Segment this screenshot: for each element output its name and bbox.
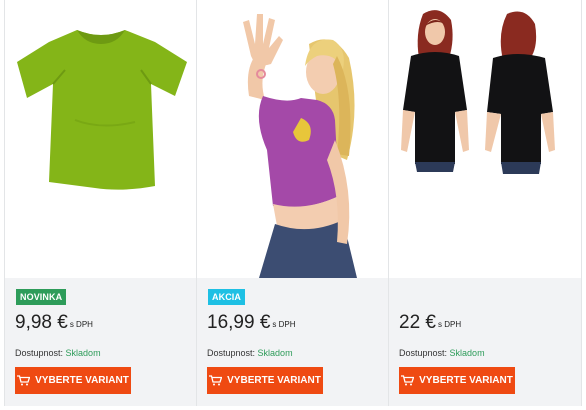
product-info: AKCIA 16,99 € s DPH Dostupnost: Skladom V… (197, 278, 388, 406)
badge-new: NOVINKA (16, 289, 67, 305)
badge-sale: AKCIA (208, 289, 245, 305)
price-value: 16,99 € (207, 312, 271, 333)
choose-variant-button[interactable]: VYBERTE VARIANT (15, 367, 131, 394)
product-image[interactable] (197, 0, 388, 278)
product-price: 9,98 € s DPH (15, 312, 93, 334)
product-card[interactable]: NOVINKA 9,98 € s DPH Dostupnost: Skladom … (4, 0, 196, 406)
product-info: 22 € s DPH Dostupnost: Skladom VYBERTE VA… (389, 278, 581, 406)
availability-label: Dostupnost: (207, 348, 256, 358)
price-value: 22 € (399, 312, 436, 333)
choose-variant-button[interactable]: VYBERTE VARIANT (399, 367, 515, 394)
button-label: VYBERTE VARIANT (227, 375, 321, 386)
cart-icon (401, 375, 415, 386)
woman-purple-top-image (243, 14, 357, 278)
availability: Dostupnost: Skladom (399, 348, 485, 358)
availability-value: Skladom (257, 348, 293, 358)
product-image[interactable] (389, 0, 581, 278)
cart-icon (17, 375, 31, 386)
availability: Dostupnost: Skladom (15, 348, 101, 358)
product-price: 22 € s DPH (399, 312, 461, 334)
choose-variant-button[interactable]: VYBERTE VARIANT (207, 367, 323, 394)
product-card[interactable]: 22 € s DPH Dostupnost: Skladom VYBERTE VA… (388, 0, 582, 406)
vat-label: s DPH (272, 320, 296, 329)
availability-label: Dostupnost: (15, 348, 64, 358)
availability-label: Dostupnost: (399, 348, 448, 358)
product-price: 16,99 € s DPH (207, 312, 296, 334)
availability-value: Skladom (65, 348, 101, 358)
availability: Dostupnost: Skladom (207, 348, 293, 358)
price-value: 9,98 € (15, 312, 68, 333)
product-info: NOVINKA 9,98 € s DPH Dostupnost: Skladom … (5, 278, 196, 406)
product-grid: NOVINKA 9,98 € s DPH Dostupnost: Skladom … (4, 0, 582, 406)
woman-black-tshirt-image (401, 10, 555, 174)
vat-label: s DPH (437, 320, 462, 329)
product-image[interactable] (5, 0, 196, 278)
button-label: VYBERTE VARIANT (419, 375, 513, 386)
vat-label: s DPH (69, 320, 93, 329)
cart-icon (209, 375, 223, 386)
button-label: VYBERTE VARIANT (35, 375, 129, 386)
availability-value: Skladom (449, 348, 485, 358)
product-card[interactable]: AKCIA 16,99 € s DPH Dostupnost: Skladom V… (196, 0, 388, 406)
green-tshirt-image (17, 30, 187, 190)
